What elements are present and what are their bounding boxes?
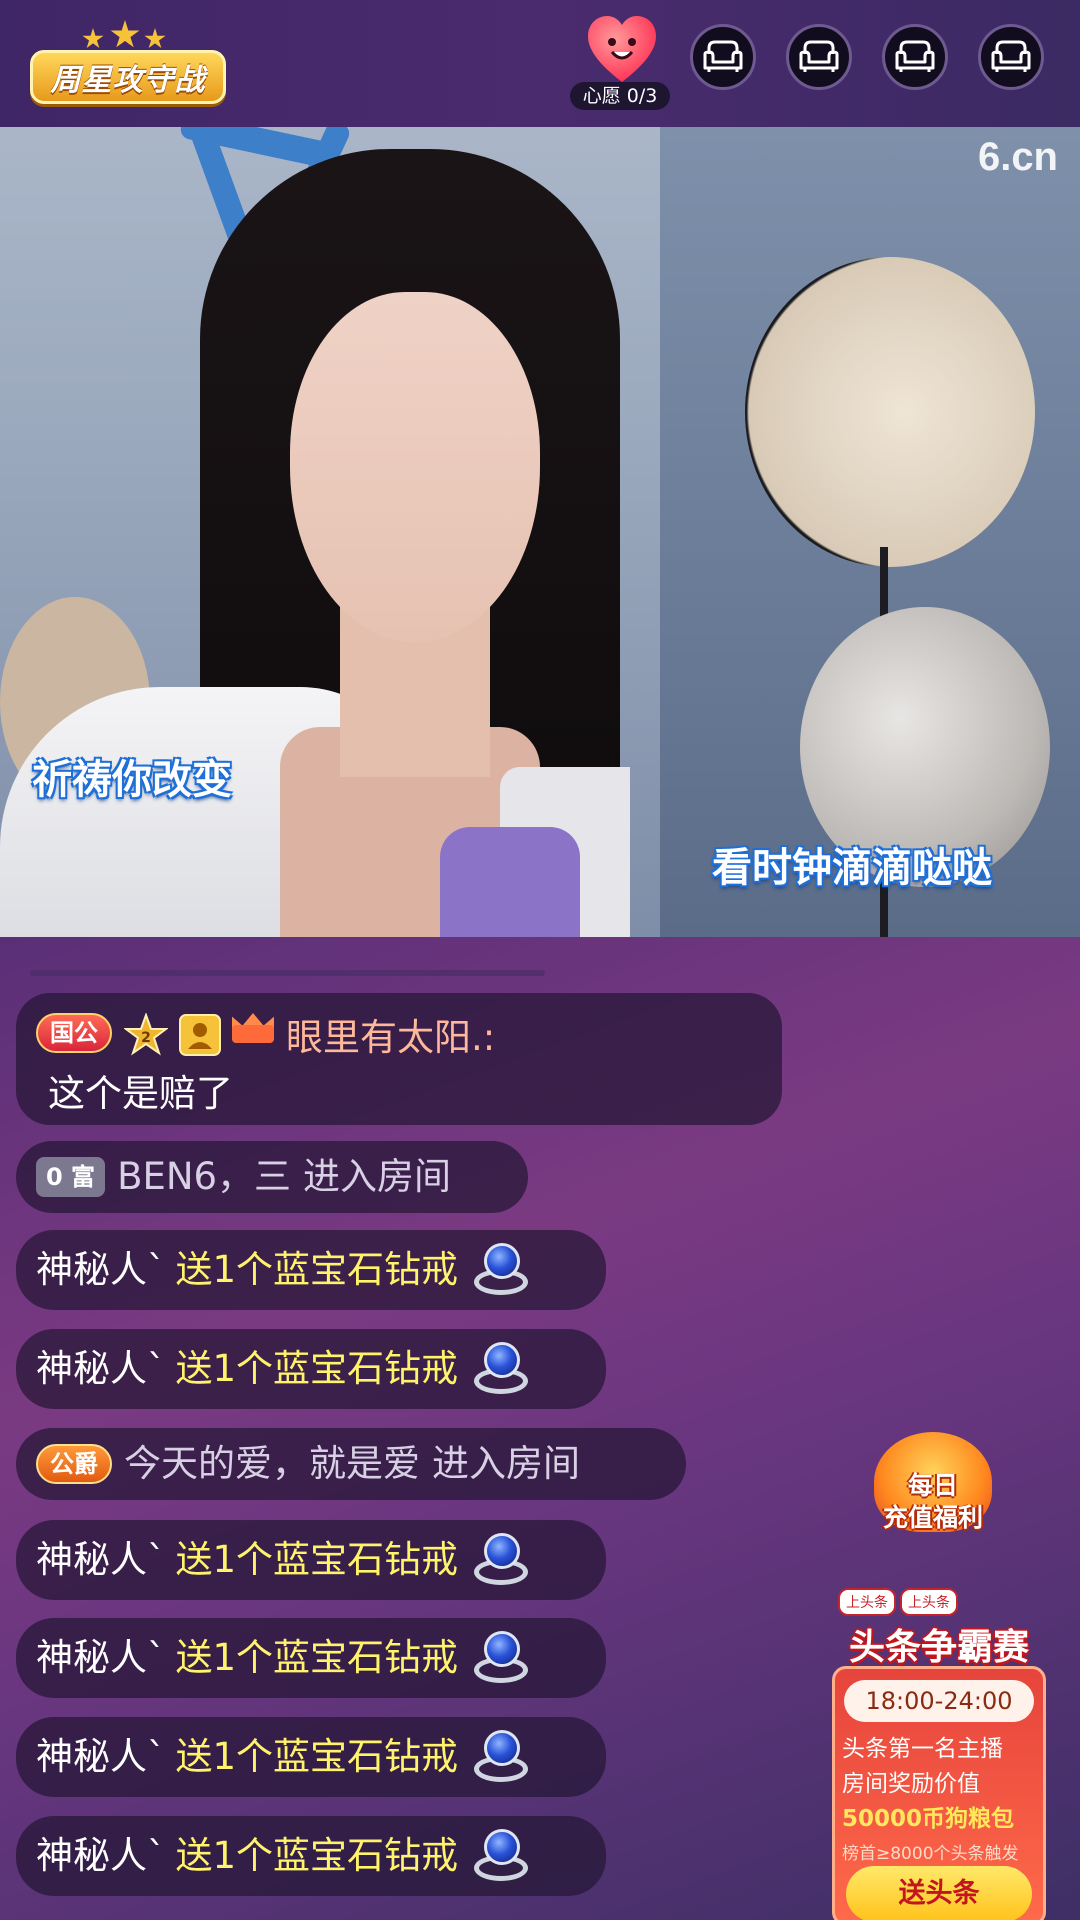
chat-text: 进入房间 xyxy=(303,1155,452,1198)
chat-text: 进入房间 xyxy=(432,1442,580,1485)
contest-time: 18:00-24:00 xyxy=(844,1680,1034,1722)
promo-title-line1: 每日 xyxy=(907,1471,958,1500)
star-icon xyxy=(110,20,140,48)
headline-tag: 上头条 xyxy=(838,1588,896,1616)
site-watermark: 6.cn xyxy=(977,135,1058,179)
sapphire-ring-icon xyxy=(470,1338,532,1400)
chat-nickname[interactable]: 神秘人` xyxy=(36,1344,166,1394)
chat-nickname[interactable]: 神秘人` xyxy=(36,1732,166,1782)
vip-user-icon xyxy=(179,1014,221,1056)
headline-contest-promo[interactable]: 上头条 上头条 头条争霸赛 18:00-24:00 头条第一名主播 房间奖励价值… xyxy=(828,1588,1050,1920)
chat-text: 这个是赔了 xyxy=(48,1072,233,1115)
sapphire-ring-icon xyxy=(470,1825,532,1887)
sofa-icon xyxy=(991,40,1031,72)
gift-text: 送1个蓝宝石钻戒 xyxy=(175,1735,459,1778)
seat-slot-2[interactable] xyxy=(786,24,852,90)
gift-text: 送1个蓝宝石钻戒 xyxy=(175,1248,459,1291)
chat-nickname[interactable]: 神秘人` xyxy=(36,1535,166,1585)
star-icon xyxy=(144,28,166,49)
chat-message[interactable]: 公爵 今天的爱，就是爱 进入房间 xyxy=(16,1428,686,1500)
level-star-icon: 2 xyxy=(124,1013,168,1056)
sapphire-ring-icon xyxy=(470,1239,532,1301)
gift-text: 送1个蓝宝石钻戒 xyxy=(175,1636,459,1679)
send-headline-button[interactable]: 送头条 xyxy=(846,1866,1032,1920)
gift-message[interactable]: 神秘人` 送1个蓝宝石钻戒 xyxy=(16,1329,606,1409)
headline-tag: 上头条 xyxy=(900,1588,958,1616)
studio-light xyxy=(745,257,1035,567)
svg-text:2: 2 xyxy=(141,1030,151,1046)
event-logo-text: 周星攻守战 xyxy=(50,63,206,98)
gift-message[interactable]: 神秘人` 送1个蓝宝石钻戒 xyxy=(16,1717,606,1797)
scroll-indicator xyxy=(30,970,545,976)
wish-button[interactable]: 心愿 0/3 xyxy=(570,16,670,110)
heart-face-icon xyxy=(588,16,656,82)
chat-nickname[interactable]: 神秘人` xyxy=(36,1633,166,1683)
chat-nickname[interactable]: 神秘人` xyxy=(36,1831,166,1881)
rank-badge-gongjue: 公爵 xyxy=(36,1444,112,1484)
gift-message[interactable]: 神秘人` 送1个蓝宝石钻戒 xyxy=(16,1618,606,1698)
sofa-icon xyxy=(799,40,839,72)
promo-title-line2: 充值福利 xyxy=(882,1503,983,1532)
wealth-badge: 0 富 xyxy=(36,1157,106,1197)
crown-icon xyxy=(232,1013,274,1043)
rank-badge-guogong: 国公 xyxy=(36,1013,112,1053)
contest-prize: 50000币狗粮包 xyxy=(842,1806,1015,1832)
top-bar: 周星攻守战 心愿 0/3 xyxy=(0,0,1080,127)
daily-recharge-promo[interactable]: 每日 充值福利 xyxy=(858,1418,1008,1538)
weekly-star-event-logo[interactable]: 周星攻守战 xyxy=(30,20,226,104)
star-icon xyxy=(82,28,104,49)
chat-nickname[interactable]: 神秘人` xyxy=(36,1245,166,1295)
lyric-line-left: 祈祷你改变 xyxy=(32,757,232,803)
chat-message[interactable]: 0 富 BEN6，三 进入房间 xyxy=(16,1141,528,1213)
seat-slot-3[interactable] xyxy=(882,24,948,90)
contest-desc: 房间奖励价值 xyxy=(842,1771,980,1797)
sapphire-ring-icon xyxy=(470,1529,532,1591)
gift-text: 送1个蓝宝石钻戒 xyxy=(175,1834,459,1877)
sapphire-ring-icon xyxy=(470,1627,532,1689)
chat-message[interactable]: 国公 2 眼里有太阳.: 这个是赔了 xyxy=(16,993,782,1125)
chat-nickname[interactable]: BEN6，三 xyxy=(117,1152,291,1202)
contest-desc: 头条第一名主播 xyxy=(842,1736,1003,1762)
sofa-icon xyxy=(703,40,743,72)
gift-message[interactable]: 神秘人` 送1个蓝宝石钻戒 xyxy=(16,1816,606,1896)
gift-text: 送1个蓝宝石钻戒 xyxy=(175,1538,459,1581)
gift-message[interactable]: 神秘人` 送1个蓝宝石钻戒 xyxy=(16,1520,606,1600)
gift-message[interactable]: 神秘人` 送1个蓝宝石钻戒 xyxy=(16,1230,606,1310)
chat-nickname[interactable]: 眼里有太阳.: xyxy=(286,1013,495,1063)
live-video-stream[interactable]: 6.cn 祈祷你改变 看时钟滴滴哒哒 xyxy=(0,127,1080,937)
lyric-line-right: 看时钟滴滴哒哒 xyxy=(712,845,992,891)
headline-contest-title: 头条争霸赛 xyxy=(848,1627,1029,1668)
seat-slot-1[interactable] xyxy=(690,24,756,90)
gift-text: 送1个蓝宝石钻戒 xyxy=(175,1347,459,1390)
sapphire-ring-icon xyxy=(470,1726,532,1788)
wish-progress-label: 心愿 0/3 xyxy=(570,82,670,110)
seat-slot-4[interactable] xyxy=(978,24,1044,90)
chat-nickname[interactable]: 今天的爱，就是爱 xyxy=(124,1439,420,1489)
sofa-icon xyxy=(895,40,935,72)
